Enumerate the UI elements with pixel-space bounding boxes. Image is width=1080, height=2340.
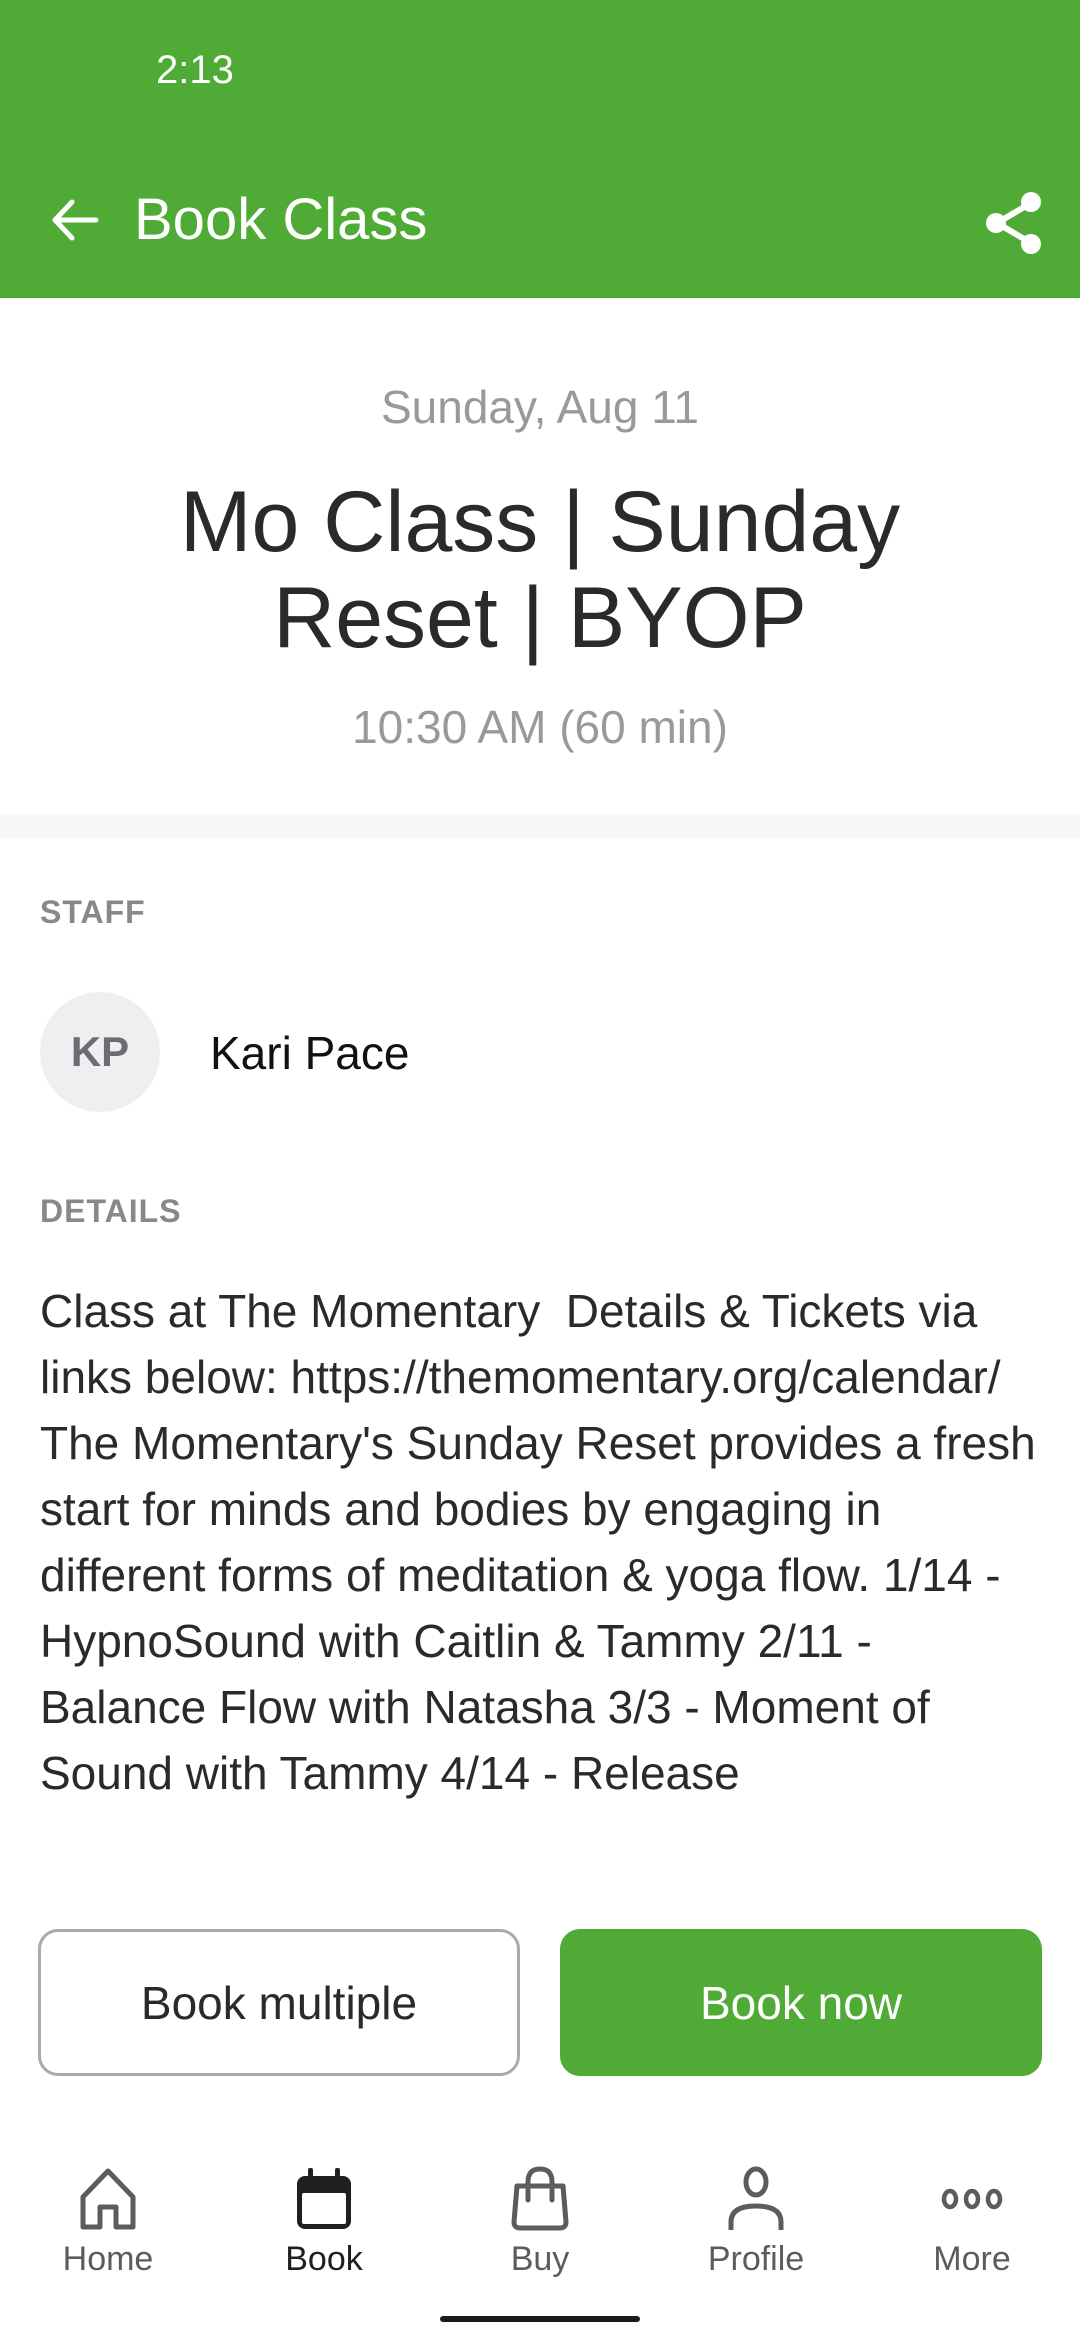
more-dots-icon (941, 2188, 1003, 2210)
nav-item-more[interactable]: More (864, 2140, 1080, 2280)
person-icon (728, 2166, 784, 2230)
class-header: Sunday, Aug 11 Mo Class | Sunday Reset |… (0, 298, 1080, 814)
app-bar: 2:13 Book Class (0, 0, 1080, 298)
book-now-button[interactable]: Book now (560, 1929, 1042, 2076)
home-indicator[interactable] (440, 2316, 640, 2322)
nav-label-profile: Profile (707, 2240, 805, 2278)
nav-item-profile[interactable]: Profile (648, 2140, 864, 2280)
avatar: KP (40, 992, 160, 1112)
nav-label-book: Book (285, 2240, 363, 2278)
share-button[interactable] (975, 185, 1055, 260)
class-date: Sunday, Aug 11 (380, 381, 699, 433)
toolbar: Book Class (0, 170, 1080, 270)
book-multiple-button[interactable]: Book multiple (38, 1929, 520, 2076)
shopping-bag-icon (511, 2166, 569, 2231)
class-description: Class at The Momentary Details & Tickets… (40, 1285, 1049, 1799)
section-divider (0, 814, 1080, 838)
nav-item-book[interactable]: Book (216, 2140, 432, 2280)
nav-item-home[interactable]: Home (0, 2140, 216, 2280)
back-button[interactable] (40, 190, 110, 250)
arrow-left-icon (52, 199, 99, 241)
bottom-nav: Home Book Buy Profile More (0, 2140, 1080, 2280)
nav-label-buy: Buy (510, 2240, 570, 2278)
nav-label-home: Home (62, 2240, 154, 2278)
class-title: Mo Class | Sunday Reset | BYOP (179, 474, 901, 666)
page-title: Book Class (134, 187, 428, 252)
staff-row[interactable]: KP Kari Pace (40, 992, 1040, 1114)
nav-label-more: More (933, 2240, 1011, 2278)
status-bar-time: 2:13 (156, 48, 234, 92)
class-time: 10:30 AM (60 min) (352, 701, 728, 753)
share-icon (986, 191, 1041, 254)
staff-section-label: STAFF (40, 894, 146, 930)
details-section-label: DETAILS (40, 1193, 182, 1229)
calendar-icon (297, 2168, 351, 2229)
staff-name: Kari Pace (210, 1027, 410, 1079)
nav-item-buy[interactable]: Buy (432, 2140, 648, 2280)
home-icon (80, 2168, 136, 2230)
